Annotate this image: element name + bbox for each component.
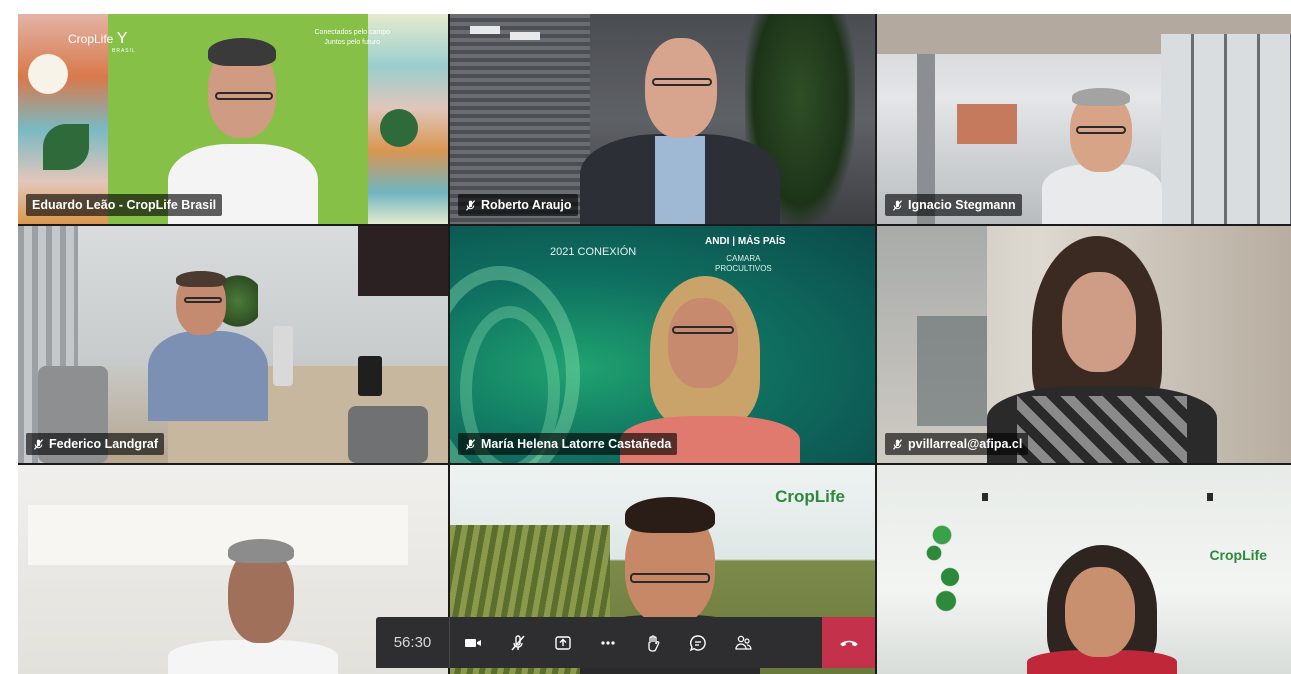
video-tile-9[interactable]: CropLife	[877, 465, 1291, 674]
chat-icon	[689, 634, 706, 651]
participant-video	[1042, 84, 1162, 224]
mic-off-icon	[465, 438, 476, 450]
participant-name-tag: Eduardo Leão - CropLife Brasil	[26, 194, 223, 216]
croplife-logo: CropLife	[1209, 547, 1267, 563]
hangup-icon	[839, 640, 858, 646]
video-tile-3[interactable]: Ignacio Stegmann	[877, 14, 1291, 224]
mic-off-icon	[33, 438, 44, 450]
participants-button[interactable]	[720, 617, 765, 668]
mic-off-icon	[892, 199, 903, 211]
participant-name-tag: Roberto Araujo	[458, 194, 578, 216]
call-timer: 56:30	[376, 617, 450, 668]
chat-button[interactable]	[675, 617, 720, 668]
andi-logo: ANDI | MÁS PAÍS	[705, 236, 786, 247]
mic-off-icon	[510, 634, 525, 650]
mic-off-icon	[892, 438, 903, 450]
thermos	[358, 356, 382, 396]
participant-name-tag: pvillarreal@afipa.cl	[885, 433, 1029, 455]
video-tile-2[interactable]: Roberto Araujo	[450, 14, 875, 224]
more-button[interactable]	[585, 617, 630, 668]
video-grid: CropLife Y BRASIL Conectados pelo campo …	[18, 14, 1291, 674]
video-tile-5[interactable]: 2021 CONEXIÓN ANDI | MÁS PAÍS CAMARA PRO…	[450, 226, 875, 463]
video-tile-1[interactable]: CropLife Y BRASIL Conectados pelo campo …	[18, 14, 448, 224]
participant-video	[1027, 545, 1177, 674]
mic-button[interactable]	[495, 617, 540, 668]
croplife-logo: CropLife Y BRASIL	[68, 30, 136, 54]
participants-icon	[734, 635, 752, 650]
raise-hand-button[interactable]	[630, 617, 675, 668]
raise-hand-icon	[647, 634, 659, 652]
thermos	[273, 326, 293, 386]
camara-label: CAMARA PROCULTIVOS	[715, 254, 772, 273]
hangup-button[interactable]	[822, 617, 875, 668]
call-toolbar: 56:30	[376, 617, 875, 668]
participant-name-tag: Ignacio Stegmann	[885, 194, 1022, 216]
participant-name-tag: Federico Landgraf	[26, 433, 165, 455]
participant-video	[580, 24, 780, 224]
camera-button[interactable]	[450, 617, 495, 668]
tagline: Conectados pelo campo Juntos pelo futuro	[314, 29, 391, 46]
mic-off-icon	[465, 199, 476, 211]
share-icon	[554, 635, 571, 650]
participant-video	[148, 271, 288, 421]
more-icon	[600, 640, 615, 645]
video-tile-6[interactable]: pvillarreal@afipa.cl	[877, 226, 1291, 463]
video-tile-4[interactable]: Federico Landgraf	[18, 226, 448, 463]
croplife-logo: CropLife	[775, 487, 845, 506]
participant-video	[168, 535, 338, 674]
participant-video	[987, 236, 1217, 463]
participant-name-tag: María Helena Latorre Castañeda	[458, 433, 678, 455]
camera-icon	[464, 638, 481, 647]
event-title: 2021 CONEXIÓN	[550, 246, 637, 258]
share-screen-button[interactable]	[540, 617, 585, 668]
